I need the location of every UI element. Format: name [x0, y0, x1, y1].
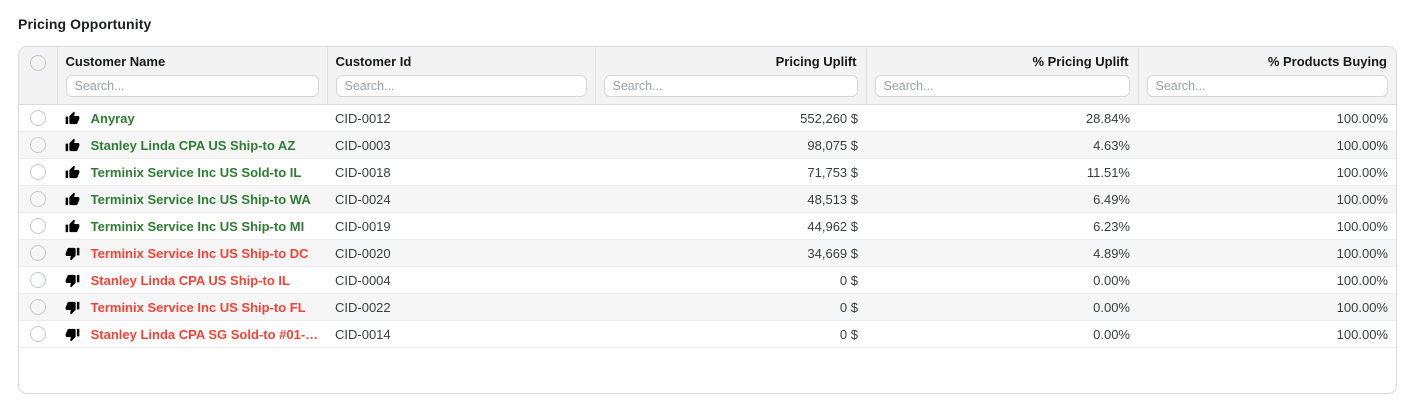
- pct-products-buying: 100.00%: [1336, 245, 1388, 261]
- pricing-uplift: 71,753 $: [807, 164, 858, 180]
- table-row[interactable]: Terminix Service Inc US Ship-to DC CID-0…: [19, 239, 1396, 267]
- search-customer-name-input[interactable]: [65, 75, 319, 97]
- page-title: Pricing Opportunity: [18, 16, 152, 32]
- page: Pricing Opportunity Customer Name Cust: [0, 0, 1415, 394]
- customer-name: Anyray: [90, 111, 135, 127]
- pricing-uplift: 98,075 $: [807, 137, 858, 153]
- table-row[interactable]: Stanley Linda CPA SG Sold-to #01-… CID-0…: [19, 321, 1396, 348]
- column-label-customer-id[interactable]: Customer Id: [336, 53, 587, 70]
- pct-pricing-uplift: 4.63%: [1093, 137, 1130, 153]
- column-header-pct-pricing-uplift: % Pricing Uplift: [866, 47, 1139, 105]
- column-label-pct-pricing-uplift[interactable]: % Pricing Uplift: [875, 53, 1130, 70]
- customer-id: CID-0012: [335, 110, 391, 126]
- thumb-up-icon: [65, 165, 80, 180]
- pct-pricing-uplift: 0.00%: [1093, 299, 1130, 315]
- thumb-up-icon: [65, 219, 80, 234]
- search-pct-pricing-uplift-input[interactable]: [874, 75, 1130, 97]
- pricing-uplift: 0 $: [839, 299, 858, 315]
- customer-name: Stanley Linda CPA SG Sold-to #01-…: [90, 327, 319, 343]
- row-select-radio[interactable]: [30, 191, 46, 208]
- row-select-radio[interactable]: [30, 326, 46, 343]
- pct-products-buying: 100.00%: [1336, 272, 1388, 288]
- thumb-down-icon: [65, 327, 80, 342]
- column-header-customer-name: Customer Name: [57, 47, 328, 105]
- pct-pricing-uplift: 6.23%: [1093, 218, 1130, 234]
- pct-products-buying: 100.00%: [1336, 326, 1388, 342]
- row-select-radio[interactable]: [30, 137, 46, 154]
- row-select-radio[interactable]: [30, 164, 46, 181]
- select-all-radio[interactable]: [29, 54, 46, 71]
- pct-pricing-uplift: 4.89%: [1093, 245, 1130, 261]
- customer-name: Stanley Linda CPA US Ship-to IL: [90, 273, 290, 289]
- customer-name: Terminix Service Inc US Ship-to WA: [90, 192, 311, 208]
- thumb-down-icon: [65, 246, 80, 261]
- pricing-uplift: 552,260 $: [800, 110, 858, 126]
- pricing-uplift: 44,962 $: [807, 218, 858, 234]
- column-label-pricing-uplift[interactable]: Pricing Uplift: [604, 53, 858, 70]
- thumb-down-icon: [65, 300, 80, 315]
- pct-pricing-uplift: 11.51%: [1086, 164, 1130, 180]
- search-pct-products-buying-input[interactable]: [1146, 75, 1388, 97]
- pricing-opportunity-table: Customer Name Customer Id Pricing Uplift…: [18, 46, 1397, 394]
- customer-id: CID-0022: [335, 299, 391, 315]
- pct-products-buying: 100.00%: [1336, 191, 1388, 207]
- customer-id: CID-0004: [335, 272, 391, 288]
- customer-id: CID-0024: [335, 191, 391, 207]
- customer-name: Terminix Service Inc US Sold-to IL: [90, 165, 302, 181]
- customer-id: CID-0018: [335, 164, 391, 180]
- row-select-radio[interactable]: [30, 299, 46, 316]
- pct-products-buying: 100.00%: [1336, 164, 1388, 180]
- pct-pricing-uplift: 0.00%: [1093, 272, 1130, 288]
- pricing-uplift: 34,669 $: [807, 245, 858, 261]
- customer-name: Stanley Linda CPA US Ship-to AZ: [90, 138, 296, 154]
- table-row[interactable]: Terminix Service Inc US Ship-to FL CID-0…: [19, 293, 1396, 321]
- pricing-uplift: 0 $: [839, 272, 858, 288]
- customer-id: CID-0020: [335, 245, 391, 261]
- search-pricing-uplift-input[interactable]: [603, 75, 858, 97]
- table-row[interactable]: Terminix Service Inc US Ship-to MI CID-0…: [19, 213, 1396, 240]
- thumb-down-icon: [65, 273, 80, 288]
- thumb-up-icon: [65, 192, 80, 207]
- column-header-customer-id: Customer Id: [327, 47, 596, 105]
- pct-products-buying: 100.00%: [1336, 218, 1388, 234]
- pct-products-buying: 100.00%: [1336, 137, 1388, 153]
- search-customer-id-input[interactable]: [335, 75, 587, 97]
- table-row[interactable]: Stanley Linda CPA US Ship-to IL CID-0004…: [19, 267, 1396, 294]
- column-label-customer-name[interactable]: Customer Name: [66, 53, 319, 70]
- customer-name: Terminix Service Inc US Ship-to FL: [90, 300, 306, 316]
- pct-pricing-uplift: 28.84%: [1085, 110, 1130, 126]
- row-select-radio[interactable]: [30, 110, 46, 127]
- pricing-uplift: 0 $: [839, 326, 858, 342]
- column-header-pricing-uplift: Pricing Uplift: [595, 47, 867, 105]
- grid-body: Anyray CID-0012 552,260 $ 28.84% 100.00%…: [19, 105, 1396, 348]
- customer-id: CID-0019: [335, 218, 391, 234]
- customer-id: CID-0014: [335, 326, 391, 342]
- column-label-pct-products-buying[interactable]: % Products Buying: [1147, 53, 1389, 70]
- thumb-up-icon: [65, 111, 80, 126]
- customer-grid: Customer Name Customer Id Pricing Uplift…: [19, 47, 1396, 348]
- pct-pricing-uplift: 6.49%: [1093, 191, 1130, 207]
- customer-name: Terminix Service Inc US Ship-to DC: [90, 246, 309, 262]
- row-select-radio[interactable]: [30, 272, 46, 289]
- customer-name: Terminix Service Inc US Ship-to MI: [90, 219, 305, 235]
- pricing-uplift: 48,513 $: [807, 191, 858, 207]
- customer-id: CID-0003: [335, 137, 391, 153]
- grid-header: Customer Name Customer Id Pricing Uplift…: [19, 47, 1396, 105]
- row-select-radio[interactable]: [30, 218, 46, 235]
- table-row[interactable]: Terminix Service Inc US Ship-to WA CID-0…: [19, 185, 1396, 213]
- table-row[interactable]: Stanley Linda CPA US Ship-to AZ CID-0003…: [19, 131, 1396, 159]
- table-row[interactable]: Anyray CID-0012 552,260 $ 28.84% 100.00%: [19, 105, 1396, 132]
- pct-products-buying: 100.00%: [1336, 299, 1388, 315]
- column-header-pct-products-buying: % Products Buying: [1138, 47, 1396, 105]
- pct-pricing-uplift: 0.00%: [1093, 326, 1130, 342]
- thumb-up-icon: [65, 138, 80, 153]
- table-row[interactable]: Terminix Service Inc US Sold-to IL CID-0…: [19, 159, 1396, 186]
- pct-products-buying: 100.00%: [1336, 110, 1388, 126]
- select-all-header-cell: [19, 47, 58, 105]
- row-select-radio[interactable]: [30, 245, 46, 262]
